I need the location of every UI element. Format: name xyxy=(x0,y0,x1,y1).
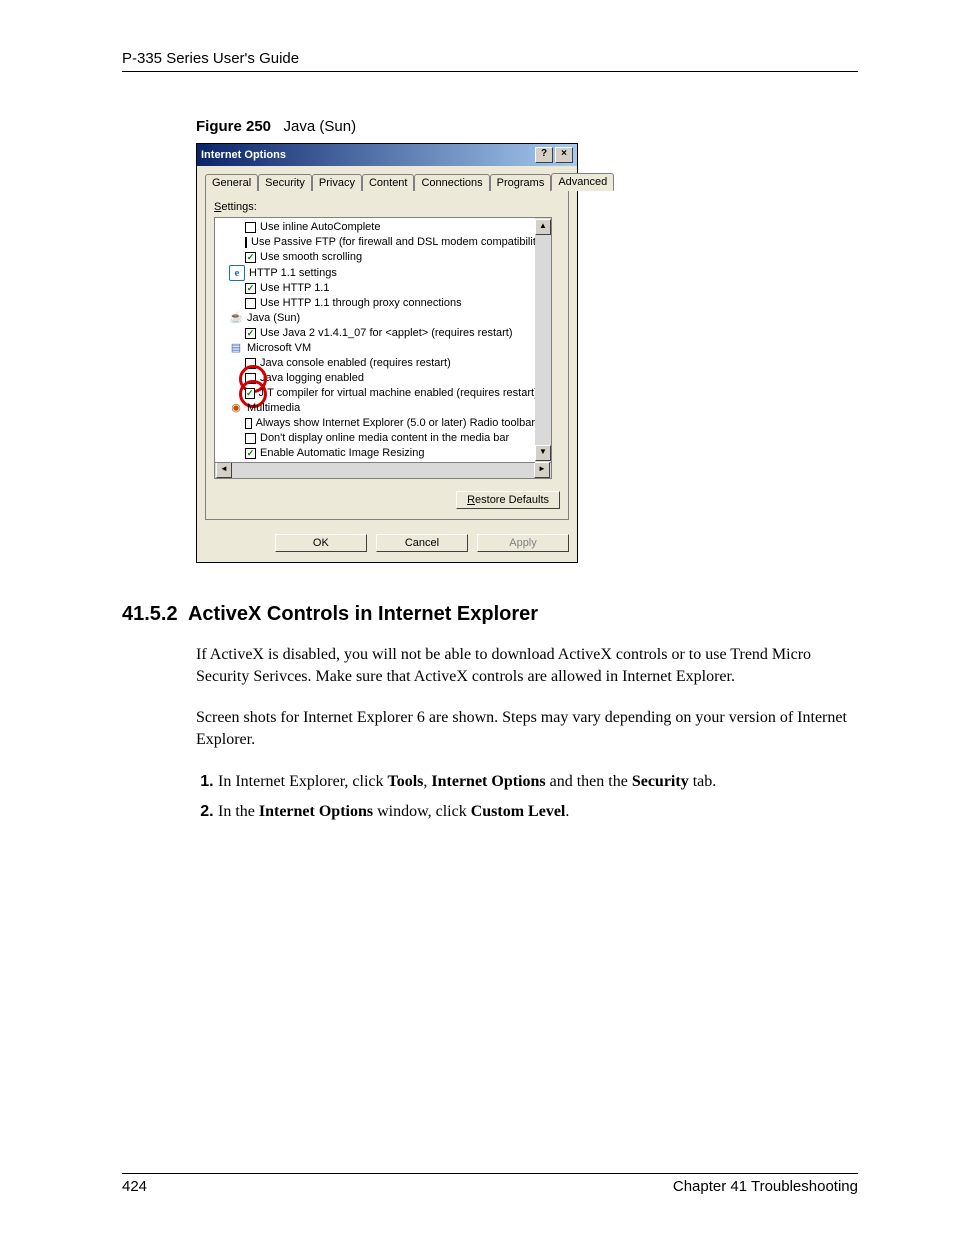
step-1: In Internet Explorer, click Tools, Inter… xyxy=(218,770,858,793)
tab-security[interactable]: Security xyxy=(258,174,312,191)
section-paragraph-2: Screen shots for Internet Explorer 6 are… xyxy=(196,707,858,750)
settings-label: Settings: xyxy=(214,201,560,213)
checkbox-icon[interactable] xyxy=(245,252,256,263)
tree-item-label: Multimedia xyxy=(247,401,300,416)
vertical-scrollbar[interactable]: ▲ ▼ xyxy=(535,217,552,463)
tree-item-label: Java console enabled (requires restart) xyxy=(260,356,451,371)
tree-checkbox-item[interactable]: Don't display online media content in th… xyxy=(217,431,535,446)
checkbox-icon[interactable] xyxy=(245,448,256,459)
document-icon: ▤ xyxy=(229,342,243,356)
section-number: 41.5.2 xyxy=(122,603,178,625)
checkbox-icon[interactable] xyxy=(245,328,256,339)
apply-button[interactable]: Apply xyxy=(477,534,569,552)
tab-privacy[interactable]: Privacy xyxy=(312,174,362,191)
tree-item-label: Java (Sun) xyxy=(247,311,300,326)
tree-checkbox-item[interactable]: Use inline AutoComplete xyxy=(217,220,535,235)
checkbox-icon[interactable] xyxy=(245,388,255,399)
tab-connections[interactable]: Connections xyxy=(414,174,489,191)
tab-content[interactable]: Content xyxy=(362,174,415,191)
tree-checkbox-item[interactable]: Always show Internet Explorer (5.0 or la… xyxy=(217,416,535,431)
settings-tree[interactable]: Use inline AutoCompleteUse Passive FTP (… xyxy=(214,217,535,463)
tree-checkbox-item[interactable]: Enable Automatic Image Resizing xyxy=(217,446,535,461)
page-footer: 424 Chapter 41 Troubleshooting xyxy=(122,1173,858,1195)
figure-title: Java (Sun) xyxy=(284,118,357,135)
page-header: P-335 Series User's Guide xyxy=(122,50,858,72)
checkbox-icon[interactable] xyxy=(245,283,256,294)
tab-advanced[interactable]: Advanced xyxy=(551,173,614,191)
guide-title: P-335 Series User's Guide xyxy=(122,50,299,67)
checkbox-icon[interactable] xyxy=(245,237,247,248)
checkbox-icon[interactable] xyxy=(245,433,256,444)
dialog-button-row: OK Cancel Apply xyxy=(205,534,569,552)
scroll-left-icon[interactable]: ◄ xyxy=(216,462,232,478)
tree-item-label: Always show Internet Explorer (5.0 or la… xyxy=(256,416,535,431)
tree-category: ▤ Microsoft VM xyxy=(217,341,535,356)
close-icon[interactable]: × xyxy=(555,147,573,163)
tree-checkbox-item[interactable]: JIT compiler for virtual machine enabled… xyxy=(217,386,535,401)
tree-checkbox-item[interactable]: Use Java 2 v1.4.1_07 for <applet> (requi… xyxy=(217,326,535,341)
section-title: ActiveX Controls in Internet Explorer xyxy=(188,603,538,625)
tree-item-label: JIT compiler for virtual machine enabled… xyxy=(259,386,535,401)
chapter-label: Chapter 41 Troubleshooting xyxy=(673,1178,858,1195)
tree-item-label: Use HTTP 1.1 through proxy connections xyxy=(260,296,462,311)
tree-category: e HTTP 1.1 settings xyxy=(217,265,535,281)
figure-caption: Figure 250 Java (Sun) xyxy=(196,118,858,135)
ok-button[interactable]: OK xyxy=(275,534,367,552)
steps-list: In Internet Explorer, click Tools, Inter… xyxy=(196,770,858,822)
restore-defaults-button[interactable]: Restore Defaults xyxy=(456,491,560,509)
scroll-right-icon[interactable]: ► xyxy=(534,462,550,478)
tree-item-label: Use Java 2 v1.4.1_07 for <applet> (requi… xyxy=(260,326,513,341)
tree-checkbox-item[interactable]: Use HTTP 1.1 xyxy=(217,281,535,296)
tree-item-label: Microsoft VM xyxy=(247,341,311,356)
tree-item-label: Enable Automatic Image Resizing xyxy=(260,446,424,461)
checkbox-icon[interactable] xyxy=(245,418,252,429)
help-icon[interactable]: ? xyxy=(535,147,553,163)
checkbox-icon[interactable] xyxy=(245,298,256,309)
tree-checkbox-item[interactable]: Use Passive FTP (for firewall and DSL mo… xyxy=(217,235,535,250)
scroll-up-icon[interactable]: ▲ xyxy=(535,219,551,235)
tree-category: ☕ Java (Sun) xyxy=(217,311,535,326)
tab-general[interactable]: General xyxy=(205,174,258,191)
section-heading: 41.5.2 ActiveX Controls in Internet Expl… xyxy=(122,603,858,626)
checkbox-icon[interactable] xyxy=(245,358,256,369)
tree-checkbox-item[interactable]: Java logging enabled xyxy=(217,371,535,386)
tab-programs[interactable]: Programs xyxy=(490,174,552,191)
tree-item-label: Don't display online media content in th… xyxy=(260,431,509,446)
section-paragraph-1: If ActiveX is disabled, you will not be … xyxy=(196,644,858,687)
tree-item-label: Use smooth scrolling xyxy=(260,250,362,265)
tree-item-label: Use Passive FTP (for firewall and DSL mo… xyxy=(251,235,535,250)
tree-checkbox-item[interactable]: Use HTTP 1.1 through proxy connections xyxy=(217,296,535,311)
checkbox-icon[interactable] xyxy=(245,222,256,233)
step-2: In the Internet Options window, click Cu… xyxy=(218,800,858,823)
tree-item-label: Use HTTP 1.1 xyxy=(260,281,330,296)
cancel-button[interactable]: Cancel xyxy=(376,534,468,552)
ie-icon: e xyxy=(229,265,245,281)
dialog-title: Internet Options xyxy=(201,149,533,161)
tree-checkbox-item[interactable]: Use smooth scrolling xyxy=(217,250,535,265)
tree-item-label: HTTP 1.1 settings xyxy=(249,266,337,281)
checkbox-icon[interactable] xyxy=(245,373,256,384)
dialog-body: General Security Privacy Content Connect… xyxy=(197,166,577,562)
multimedia-icon: ◉ xyxy=(229,402,243,416)
scroll-down-icon[interactable]: ▼ xyxy=(535,445,551,461)
tree-checkbox-item[interactable]: Java console enabled (requires restart) xyxy=(217,356,535,371)
page-number: 424 xyxy=(122,1178,147,1195)
horizontal-scrollbar[interactable]: ◄ ► xyxy=(214,462,552,479)
tab-strip: General Security Privacy Content Connect… xyxy=(205,172,569,190)
dialog-titlebar[interactable]: Internet Options ? × xyxy=(197,144,577,166)
tree-item-label: Use inline AutoComplete xyxy=(260,220,380,235)
tree-category: ◉ Multimedia xyxy=(217,401,535,416)
internet-options-dialog: Internet Options ? × General Security Pr… xyxy=(196,143,578,563)
advanced-panel: Settings: Use inline AutoCompleteUse Pas… xyxy=(205,190,569,520)
java-icon: ☕ xyxy=(229,312,243,326)
tree-item-label: Java logging enabled xyxy=(260,371,364,386)
figure-label: Figure 250 xyxy=(196,118,271,135)
